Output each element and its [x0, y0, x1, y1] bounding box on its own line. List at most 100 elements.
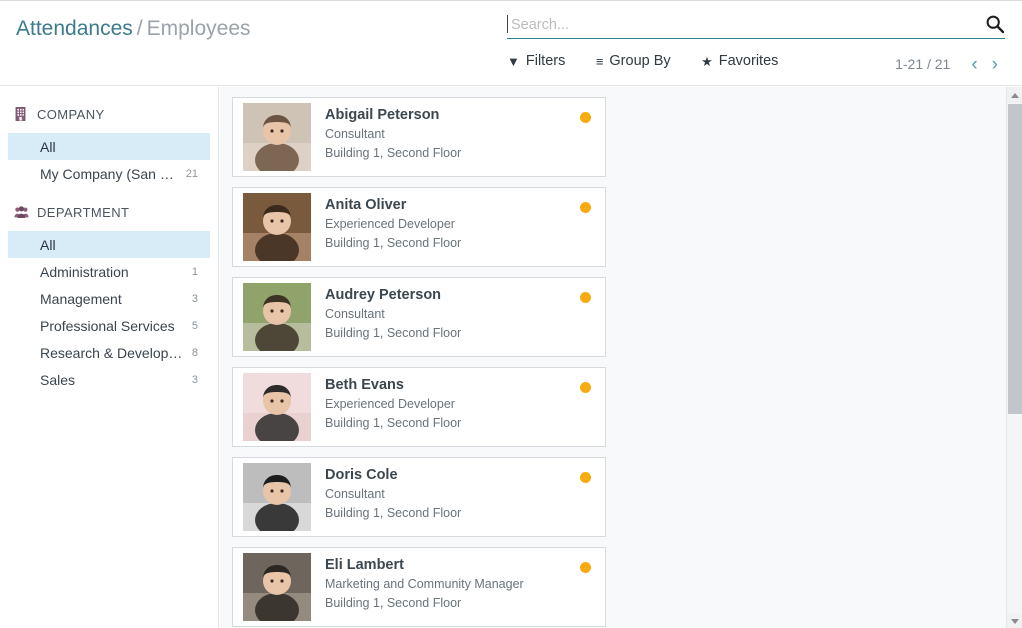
employee-avatar [243, 463, 311, 531]
scrollbar-thumb[interactable] [1008, 104, 1022, 414]
employee-name: Eli Lambert [325, 556, 524, 575]
breadcrumb: Attendances/Employees [16, 15, 251, 43]
star-icon: ★ [701, 55, 713, 68]
page-header: Attendances/Employees ▼ Filters ≡ Group … [0, 1, 1022, 86]
employee-location: Building 1, Second Floor [325, 324, 461, 343]
sidebar-item-count: 3 [192, 293, 198, 305]
employee-location: Building 1, Second Floor [325, 504, 461, 523]
filter-sidebar: COMPANY All My Company (San Franci… 21 [0, 87, 219, 628]
attendance-status-dot[interactable] [580, 472, 591, 483]
favorites-label: Favorites [719, 53, 779, 69]
sidebar-item-my-company[interactable]: My Company (San Franci… 21 [8, 160, 210, 187]
sidebar-section-department: DEPARTMENT [0, 201, 218, 223]
users-group-icon [14, 205, 29, 219]
employee-job-title: Consultant [325, 125, 461, 144]
employee-location: Building 1, Second Floor [325, 414, 461, 433]
sidebar-item-label: Research & Development [40, 345, 184, 361]
sidebar-item-label: Administration [40, 264, 129, 280]
group-by-button[interactable]: ≡ Group By [596, 53, 671, 69]
pager-next-button[interactable]: › [985, 55, 1005, 74]
employee-details: Anita OliverExperienced DeveloperBuildin… [311, 188, 461, 253]
employee-name: Audrey Peterson [325, 286, 461, 305]
employee-card[interactable]: Beth EvansExperienced DeveloperBuilding … [232, 367, 606, 447]
attendance-status-dot[interactable] [580, 562, 591, 573]
sidebar-item-label: My Company (San Franci… [40, 166, 178, 182]
employee-location: Building 1, Second Floor [325, 144, 461, 163]
sidebar-item-count: 5 [192, 320, 198, 332]
employee-details: Eli LambertMarketing and Community Manag… [311, 548, 524, 613]
employee-name: Doris Cole [325, 466, 461, 485]
employee-details: Audrey PetersonConsultantBuilding 1, Sec… [311, 278, 461, 343]
employee-card[interactable]: Abigail PetersonConsultantBuilding 1, Se… [232, 97, 606, 177]
employee-details: Beth EvansExperienced DeveloperBuilding … [311, 368, 461, 433]
employee-job-title: Experienced Developer [325, 215, 461, 234]
employee-kanban-area[interactable]: Abigail PetersonConsultantBuilding 1, Se… [220, 87, 1007, 628]
sidebar-item-department-all[interactable]: All [8, 231, 210, 258]
breadcrumb-separator: / [137, 17, 143, 40]
chevron-up-icon [1011, 93, 1019, 98]
employee-job-title: Experienced Developer [325, 395, 461, 414]
attendance-status-dot[interactable] [580, 202, 591, 213]
page-body: COMPANY All My Company (San Franci… 21 [0, 87, 1022, 628]
employee-card[interactable]: Anita OliverExperienced DeveloperBuildin… [232, 187, 606, 267]
sidebar-item-label: All [40, 139, 56, 155]
employee-avatar [243, 103, 311, 171]
employees-kanban-app: Attendances/Employees ▼ Filters ≡ Group … [0, 0, 1022, 628]
building-icon [14, 107, 29, 121]
employee-name: Anita Oliver [325, 196, 461, 215]
sidebar-spacer [0, 187, 218, 201]
sidebar-item-label: Sales [40, 372, 75, 388]
sidebar-item-count: 8 [192, 347, 198, 359]
filters-label: Filters [526, 53, 565, 69]
favorites-button[interactable]: ★ Favorites [701, 53, 778, 69]
sidebar-item-label: Management [40, 291, 122, 307]
employee-card[interactable]: Doris ColeConsultantBuilding 1, Second F… [232, 457, 606, 537]
sidebar-item-count: 21 [186, 168, 198, 180]
attendance-status-dot[interactable] [580, 292, 591, 303]
search-input[interactable] [511, 13, 951, 37]
search-bar[interactable] [507, 13, 1005, 39]
sidebar-item-label: Professional Services [40, 318, 175, 334]
employee-card[interactable]: Audrey PetersonConsultantBuilding 1, Sec… [232, 277, 606, 357]
sidebar-item-research-development[interactable]: Research & Development 8 [8, 339, 210, 366]
attendance-status-dot[interactable] [580, 382, 591, 393]
scroll-down-button[interactable] [1007, 613, 1022, 628]
breadcrumb-current: Employees [147, 17, 251, 40]
sidebar-item-administration[interactable]: Administration 1 [8, 258, 210, 285]
group-by-label: Group By [609, 53, 670, 69]
employee-avatar [243, 193, 311, 261]
sidebar-item-count: 1 [192, 266, 198, 278]
filters-button[interactable]: ▼ Filters [507, 53, 565, 69]
sidebar-section-company-label: COMPANY [37, 107, 105, 122]
sidebar-item-label: All [40, 237, 56, 253]
employee-avatar [243, 373, 311, 441]
employee-details: Abigail PetersonConsultantBuilding 1, Se… [311, 98, 461, 163]
employee-name: Abigail Peterson [325, 106, 461, 125]
sidebar-item-company-all[interactable]: All [8, 133, 210, 160]
employee-avatar [243, 283, 311, 351]
filter-funnel-icon: ▼ [507, 55, 520, 68]
employee-job-title: Marketing and Community Manager [325, 575, 524, 594]
pager: 1-21 / 21 ‹ › [895, 53, 1005, 75]
breadcrumb-root-link[interactable]: Attendances [16, 17, 133, 40]
vertical-scrollbar[interactable] [1006, 87, 1022, 628]
search-icon[interactable] [985, 14, 1005, 34]
sidebar-item-management[interactable]: Management 3 [8, 285, 210, 312]
pager-count: 1-21 / 21 [895, 56, 950, 72]
employee-card[interactable]: Eli LambertMarketing and Community Manag… [232, 547, 606, 627]
attendance-status-dot[interactable] [580, 112, 591, 123]
text-caret [507, 15, 508, 33]
employee-avatar [243, 553, 311, 621]
employee-location: Building 1, Second Floor [325, 594, 524, 613]
employee-job-title: Consultant [325, 485, 461, 504]
hamburger-lines-icon: ≡ [596, 55, 604, 68]
sidebar-section-department-label: DEPARTMENT [37, 205, 129, 220]
employee-job-title: Consultant [325, 305, 461, 324]
scroll-up-button[interactable] [1007, 87, 1022, 103]
sidebar-item-count: 3 [192, 374, 198, 386]
employee-card-grid: Abigail PetersonConsultantBuilding 1, Se… [232, 97, 997, 628]
chevron-down-icon [1011, 619, 1019, 624]
sidebar-item-sales[interactable]: Sales 3 [8, 366, 210, 393]
pager-previous-button[interactable]: ‹ [964, 55, 984, 74]
sidebar-item-professional-services[interactable]: Professional Services 5 [8, 312, 210, 339]
